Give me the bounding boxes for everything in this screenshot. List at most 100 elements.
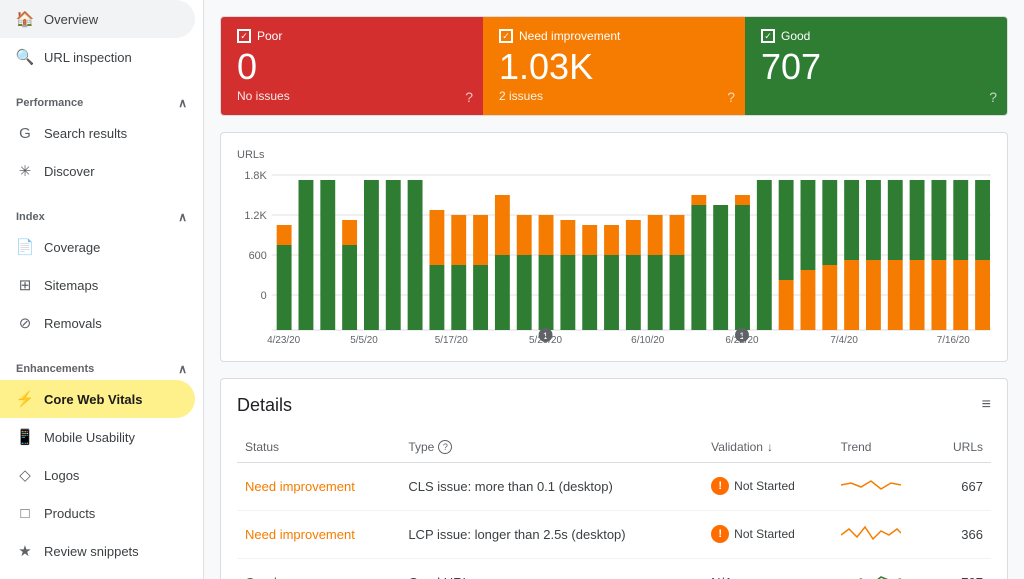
- good-card: ✓ Good 707 ?: [745, 17, 1007, 115]
- poor-help-icon[interactable]: ?: [465, 89, 473, 105]
- cell-urls: 667: [931, 462, 991, 510]
- sidebar-discover-label: Discover: [44, 164, 95, 179]
- sidebar-item-removals[interactable]: ⊘ Removals: [0, 304, 195, 342]
- good-help-icon[interactable]: ?: [989, 89, 997, 105]
- status-cards: ✓ Poor 0 No issues ? ✓ Need improvement …: [220, 16, 1008, 116]
- improvement-label: Need improvement: [519, 29, 620, 43]
- chart-area: 1.8K 1.2K 600 0: [237, 165, 991, 345]
- cell-urls: 707: [931, 558, 991, 579]
- details-header: Details ≡: [237, 395, 991, 416]
- improvement-help-icon[interactable]: ?: [727, 89, 735, 105]
- sitemaps-icon: ⊞: [16, 276, 34, 294]
- improvement-checkbox-icon: ✓: [499, 29, 513, 43]
- validation-text: Not Started: [734, 527, 795, 541]
- details-container: Details ≡ Status Type ?: [220, 378, 1008, 579]
- sidebar-item-sitelinks-searchbox[interactable]: ⊡ Sitelinks searchbox: [0, 570, 195, 579]
- col-validation: Validation ↓: [703, 432, 832, 463]
- cell-validation: N/A: [703, 558, 832, 579]
- cell-trend: [833, 510, 932, 558]
- cell-urls: 366: [931, 510, 991, 558]
- cell-type: Good URLs: [400, 558, 703, 579]
- sidebar-item-review-snippets[interactable]: ★ Review snippets: [0, 532, 195, 570]
- table-row: Need improvement CLS issue: more than 0.…: [237, 462, 991, 510]
- sidebar-item-core-web-vitals[interactable]: ⚡ Core Web Vitals: [0, 380, 195, 418]
- validation-text: Not Started: [734, 479, 795, 493]
- sidebar-coverage-label: Coverage: [44, 240, 100, 255]
- sidebar-item-discover[interactable]: ✳ Discover: [0, 152, 195, 190]
- review-icon: ★: [16, 542, 34, 560]
- cell-validation: ! Not Started: [703, 462, 832, 510]
- improvement-sub: 2 issues: [499, 89, 729, 103]
- improvement-value: 1.03K: [499, 47, 729, 87]
- sidebar-core-web-vitals-label: Core Web Vitals: [44, 392, 143, 407]
- logos-icon: ◇: [16, 466, 34, 484]
- poor-checkbox-icon: ✓: [237, 29, 251, 43]
- home-icon: 🏠: [16, 10, 34, 28]
- sidebar-item-sitemaps[interactable]: ⊞ Sitemaps: [0, 266, 195, 304]
- cell-status: Good: [237, 558, 400, 579]
- status-link[interactable]: Need improvement: [245, 527, 355, 542]
- validation-sort-icon[interactable]: ↓: [767, 440, 773, 454]
- table-head: Status Type ? Validation ↓: [237, 432, 991, 463]
- index-section: Index ∧: [0, 198, 203, 228]
- col-type: Type ?: [400, 432, 703, 463]
- performance-chevron: ∧: [178, 96, 187, 110]
- sidebar: 🏠 Overview 🔍 URL inspection Performance …: [0, 0, 204, 579]
- sidebar-removals-label: Removals: [44, 316, 102, 331]
- sidebar-mobile-usability-label: Mobile Usability: [44, 430, 135, 445]
- filter-icon[interactable]: ≡: [982, 396, 991, 414]
- poor-header: ✓ Poor: [237, 29, 467, 43]
- mobile-icon: 📱: [16, 428, 34, 446]
- sidebar-logos-label: Logos: [44, 468, 79, 483]
- table-row: Good Good URLs N/A 707: [237, 558, 991, 579]
- main-content: ✓ Poor 0 No issues ? ✓ Need improvement …: [204, 0, 1024, 579]
- sidebar-search-results-label: Search results: [44, 126, 127, 141]
- table-row: Need improvement LCP issue: longer than …: [237, 510, 991, 558]
- cell-validation: ! Not Started: [703, 510, 832, 558]
- svg-text:1.8K: 1.8K: [244, 170, 267, 182]
- col-status: Status: [237, 432, 400, 463]
- sidebar-item-products[interactable]: □ Products: [0, 494, 195, 532]
- validation-icon: !: [711, 525, 729, 543]
- validation-icon: !: [711, 477, 729, 495]
- improvement-card: ✓ Need improvement 1.03K 2 issues ?: [483, 17, 745, 115]
- sidebar-item-search-results[interactable]: G Search results: [0, 114, 195, 152]
- svg-text:7/4/20: 7/4/20: [830, 335, 858, 345]
- sidebar-sitemaps-label: Sitemaps: [44, 278, 98, 293]
- good-header: ✓ Good: [761, 29, 991, 43]
- sidebar-products-label: Products: [44, 506, 95, 521]
- sidebar-item-mobile-usability[interactable]: 📱 Mobile Usability: [0, 418, 195, 456]
- google-icon: G: [16, 124, 34, 142]
- svg-text:600: 600: [249, 250, 267, 262]
- cell-trend: [833, 558, 932, 579]
- good-label: Good: [781, 29, 810, 43]
- status-link[interactable]: Good: [245, 575, 277, 579]
- type-help-icon[interactable]: ?: [438, 440, 452, 454]
- cell-status: Need improvement: [237, 510, 400, 558]
- products-icon: □: [16, 504, 34, 522]
- svg-text:5/5/20: 5/5/20: [350, 335, 378, 345]
- sidebar-review-snippets-label: Review snippets: [44, 544, 139, 559]
- svg-text:5/29/20: 5/29/20: [529, 335, 563, 345]
- svg-text:6/10/20: 6/10/20: [631, 335, 665, 345]
- table-body: Need improvement CLS issue: more than 0.…: [237, 462, 991, 579]
- validation-na: N/A: [711, 575, 733, 579]
- good-checkbox-icon: ✓: [761, 29, 775, 43]
- poor-card: ✓ Poor 0 No issues ?: [221, 17, 483, 115]
- sidebar-item-logos[interactable]: ◇ Logos: [0, 456, 195, 494]
- status-link[interactable]: Need improvement: [245, 479, 355, 494]
- sidebar-item-coverage[interactable]: 📄 Coverage: [0, 228, 195, 266]
- sidebar-url-inspection-label: URL inspection: [44, 50, 132, 65]
- svg-text:6/22/20: 6/22/20: [725, 335, 759, 345]
- sidebar-item-url-inspection[interactable]: 🔍 URL inspection: [0, 38, 195, 76]
- cell-status: Need improvement: [237, 462, 400, 510]
- vitals-icon: ⚡: [16, 390, 34, 408]
- removals-icon: ⊘: [16, 314, 34, 332]
- svg-text:1.2K: 1.2K: [244, 210, 267, 222]
- svg-text:0: 0: [261, 290, 267, 302]
- sidebar-item-overview[interactable]: 🏠 Overview: [0, 0, 195, 38]
- search-icon: 🔍: [16, 48, 34, 66]
- improvement-header: ✓ Need improvement: [499, 29, 729, 43]
- poor-value: 0: [237, 47, 467, 87]
- validation-badge: ! Not Started: [711, 525, 795, 543]
